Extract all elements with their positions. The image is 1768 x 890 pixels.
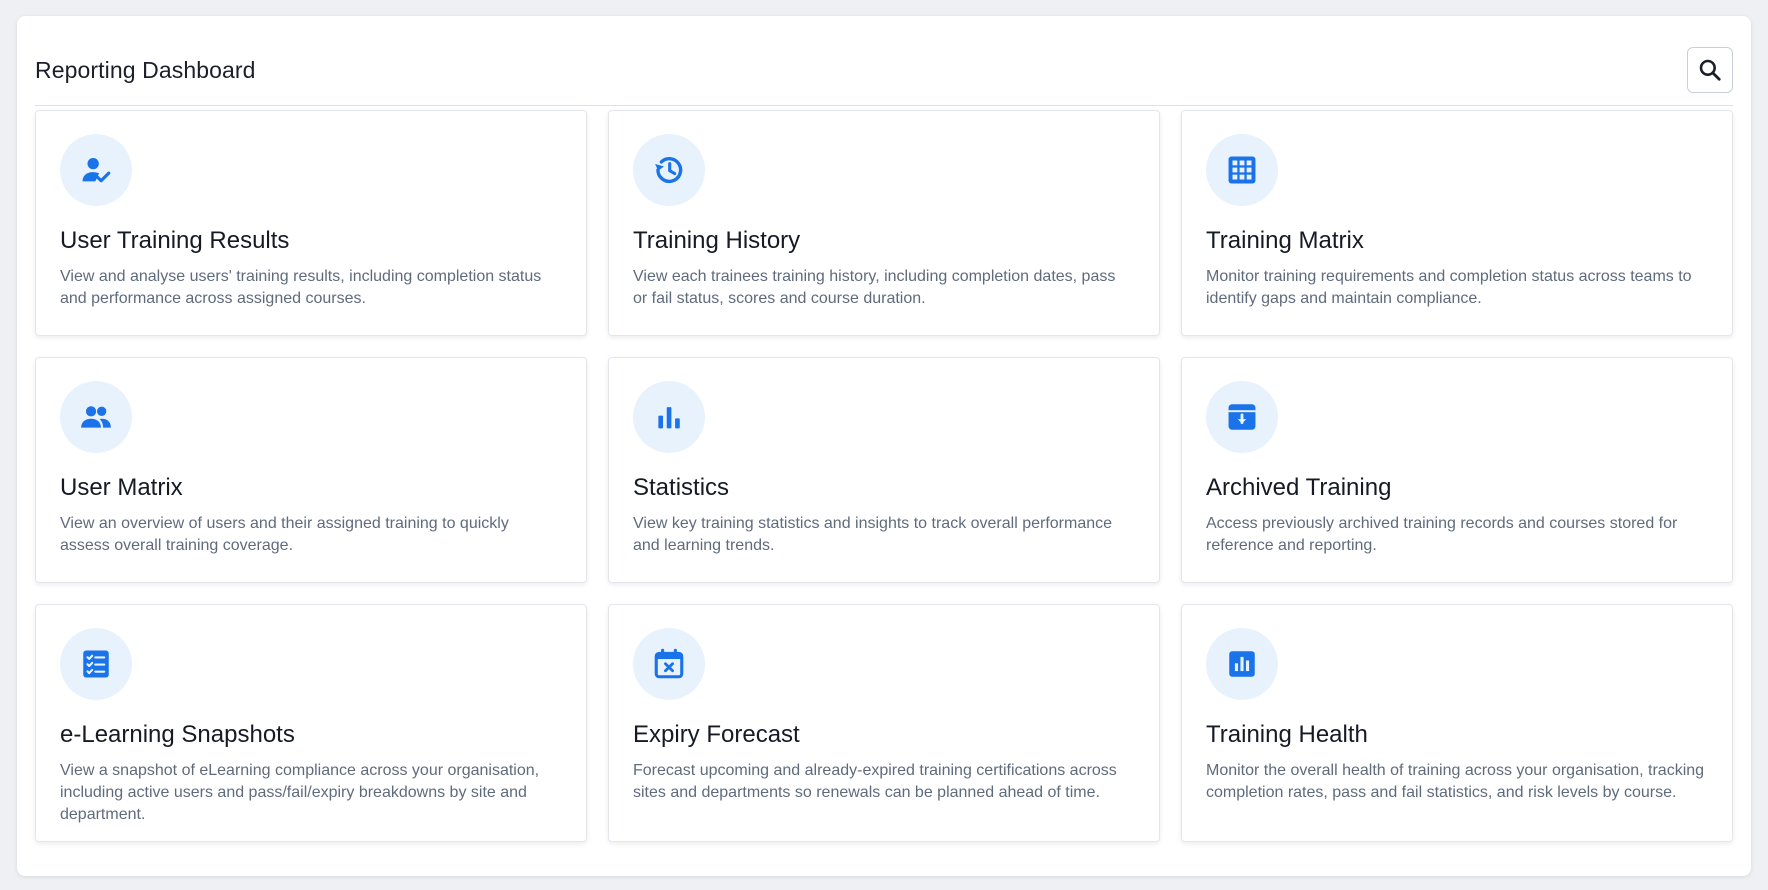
archive-icon (1228, 404, 1256, 430)
search-icon (1699, 59, 1721, 81)
history-icon (655, 157, 683, 183)
card-description: View and analyse users' training results… (60, 268, 542, 307)
checklist-icon (83, 650, 109, 678)
card-archived-training[interactable]: Archived Training Access previously arch… (1181, 357, 1733, 583)
card-training-matrix[interactable]: Training Matrix Monitor training require… (1181, 110, 1733, 336)
card-icon-container (1206, 628, 1278, 700)
card-description: Forecast upcoming and already-expired tr… (633, 762, 1117, 801)
card-title: Expiry Forecast (633, 721, 800, 748)
card-description: Access previously archived training reco… (1206, 515, 1678, 554)
card-icon-container (633, 628, 705, 700)
user-check-icon (82, 157, 111, 183)
card-description: Monitor the overall health of training a… (1206, 762, 1705, 801)
chart-box-icon (1229, 651, 1255, 677)
card-description: Monitor training requirements and comple… (1206, 268, 1692, 307)
grid-icon (1228, 156, 1256, 184)
dashboard-header: Reporting Dashboard (35, 32, 1733, 106)
card-title: Training Matrix (1206, 227, 1364, 254)
card-title: e-Learning Snapshots (60, 721, 295, 748)
card-description: View key training statistics and insight… (633, 515, 1113, 554)
card-title: User Training Results (60, 227, 290, 254)
card-description: View a snapshot of eLearning compliance … (60, 762, 540, 823)
card-icon-container (633, 381, 705, 453)
calendar-x-icon (654, 648, 684, 679)
card-title: Archived Training (1206, 474, 1392, 501)
report-cards-grid: User Training Results View and analyse u… (35, 110, 1733, 842)
card-icon-container (60, 134, 132, 206)
card-icon-container (1206, 134, 1278, 206)
card-description: View an overview of users and their assi… (60, 515, 509, 554)
card-statistics[interactable]: Statistics View key training statistics … (608, 357, 1160, 583)
card-user-training-results[interactable]: User Training Results View and analyse u… (35, 110, 587, 336)
page-title: Reporting Dashboard (35, 57, 256, 83)
reporting-dashboard-panel: Reporting Dashboard User Training Result… (17, 16, 1751, 876)
card-training-history[interactable]: Training History View each trainees trai… (608, 110, 1160, 336)
search-button[interactable] (1687, 47, 1733, 93)
card-e-learning-snapshots[interactable]: e-Learning Snapshots View a snapshot of … (35, 604, 587, 842)
card-title: User Matrix (60, 474, 183, 501)
card-icon-container (60, 381, 132, 453)
card-icon-container (1206, 381, 1278, 453)
bar-chart-icon (658, 407, 680, 429)
card-description: View each trainees training history, inc… (633, 268, 1116, 307)
card-icon-container (60, 628, 132, 700)
users-icon (81, 406, 111, 428)
card-title: Training History (633, 227, 801, 254)
card-title: Training Health (1206, 721, 1368, 748)
card-training-health[interactable]: Training Health Monitor the overall heal… (1181, 604, 1733, 842)
card-expiry-forecast[interactable]: Expiry Forecast Forecast upcoming and al… (608, 604, 1160, 842)
card-title: Statistics (633, 474, 730, 501)
card-icon-container (633, 134, 705, 206)
card-user-matrix[interactable]: User Matrix View an overview of users an… (35, 357, 587, 583)
